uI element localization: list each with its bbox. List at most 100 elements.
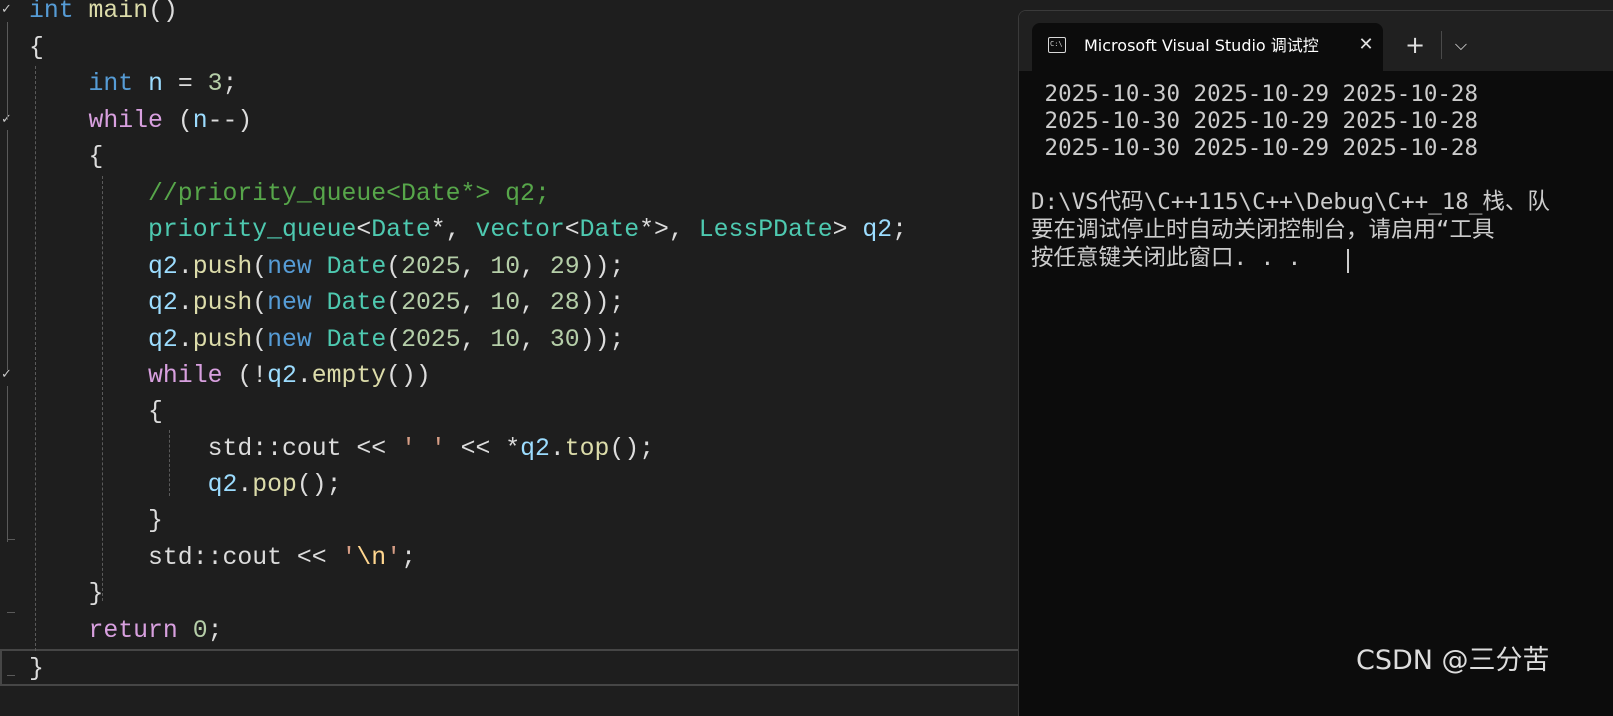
code-token: while [148, 362, 223, 390]
code-token: )); [579, 326, 625, 354]
code-line[interactable]: return 0; [0, 613, 1079, 650]
code-token: } [29, 580, 104, 608]
code-token: :: [252, 435, 282, 463]
code-line[interactable]: while (!q2.empty()) [0, 358, 1079, 395]
code-token: n [148, 70, 163, 98]
code-line[interactable]: while (n--) [0, 103, 1079, 140]
code-line[interactable]: { [0, 394, 1079, 431]
fold-region-line [7, 130, 8, 370]
console-output-line: 2025-10-30 2025-10-29 2025-10-28 [1031, 108, 1479, 134]
console-app-icon: C:\ [1048, 37, 1066, 53]
code-token: int [88, 70, 134, 98]
code-token: . [237, 471, 253, 499]
code-line[interactable]: } [0, 649, 1048, 686]
fold-check-icon[interactable]: ✓ [1, 113, 15, 127]
code-token: 2025 [401, 253, 461, 281]
code-line[interactable]: q2.pop(); [0, 467, 1079, 504]
code-token: . [177, 253, 193, 281]
code-token: ' [341, 544, 357, 572]
chevron-down-icon[interactable]: ⌵ [1447, 31, 1475, 59]
code-line[interactable]: priority_queue<Date*, vector<Date*>, Les… [0, 212, 1079, 249]
text-cursor [1347, 249, 1349, 273]
fold-check-icon[interactable]: ✓ [1, 3, 15, 17]
code-token: \n [356, 544, 387, 572]
code-token: push [192, 289, 253, 317]
code-token: ' [386, 544, 402, 572]
code-token: < [564, 216, 580, 244]
code-token: 2025 [401, 326, 461, 354]
fold-region-end [7, 612, 15, 613]
code-line[interactable]: q2.push(new Date(2025, 10, 28)); [0, 285, 1079, 322]
code-token: std [148, 544, 193, 572]
code-line[interactable]: q2.push(new Date(2025, 10, 29)); [0, 249, 1079, 286]
console-window[interactable]: C:\ Microsoft Visual Studio 调试控 ✕ + ⌵ 20… [1018, 10, 1613, 716]
code-token: 3 [207, 70, 223, 98]
new-tab-icon[interactable]: + [1401, 31, 1429, 59]
indent-guide [169, 430, 170, 496]
code-token: 30 [549, 326, 580, 354]
code-line[interactable]: std::cout << '\n'; [0, 540, 1079, 577]
code-line[interactable]: //priority_queue<Date*> q2; [0, 176, 1079, 213]
code-token: push [192, 253, 253, 281]
code-line[interactable]: { [0, 139, 1079, 176]
code-token: { [29, 143, 104, 171]
code-token: main [88, 0, 149, 25]
code-token: , [520, 289, 550, 317]
code-token: ' ' [401, 435, 446, 463]
code-token: empty [311, 362, 387, 390]
code-token: ; [222, 70, 238, 98]
tab-close-icon[interactable]: ✕ [1354, 33, 1378, 57]
code-token: --) [207, 107, 253, 135]
code-token: } [29, 655, 44, 683]
code-token: Date [326, 253, 387, 281]
fold-check-icon[interactable]: ✓ [1, 368, 15, 382]
code-line[interactable]: } [0, 503, 1079, 540]
code-token: )); [579, 289, 625, 317]
code-token: pop [252, 471, 297, 499]
watermark: CSDN @三分苦 [1356, 645, 1550, 676]
code-line[interactable]: int n = 3; [0, 66, 1079, 103]
code-token: , [460, 326, 491, 354]
code-token: )); [579, 253, 625, 281]
console-tab[interactable]: C:\ Microsoft Visual Studio 调试控 ✕ [1032, 23, 1383, 71]
code-token: q2 [520, 435, 550, 463]
code-token: , [520, 253, 550, 281]
code-token: q2 [267, 362, 297, 390]
code-token: (); [296, 471, 342, 499]
indent-guide [35, 66, 36, 651]
code-line[interactable]: { [0, 30, 1079, 67]
code-line[interactable]: q2.push(new Date(2025, 10, 30)); [0, 322, 1079, 359]
code-token: q2 [862, 216, 893, 244]
code-token: ( [252, 326, 268, 354]
code-token: *>, [639, 216, 699, 244]
code-line[interactable]: } [0, 576, 1079, 613]
code-token: top [564, 435, 610, 463]
code-line[interactable]: int main() [0, 0, 1079, 30]
code-token: vector [475, 216, 565, 244]
code-token: () [148, 0, 178, 25]
code-token: ; [892, 216, 908, 244]
code-token: std [207, 435, 253, 463]
code-token: ( [252, 253, 268, 281]
code-token: , [460, 289, 491, 317]
code-token: , [460, 253, 491, 281]
code-token: cout [222, 544, 282, 572]
code-token: int [29, 0, 74, 25]
code-token: << [282, 544, 342, 572]
code-token: q2 [148, 326, 178, 354]
code-line[interactable]: std::cout << ' ' << *q2.top(); [0, 431, 1079, 468]
code-token: = [162, 70, 208, 98]
console-titlebar[interactable]: C:\ Microsoft Visual Studio 调试控 ✕ + ⌵ [1019, 11, 1613, 71]
code-token: << * [445, 435, 521, 463]
code-token: . [549, 435, 565, 463]
code-token: new [267, 253, 312, 281]
